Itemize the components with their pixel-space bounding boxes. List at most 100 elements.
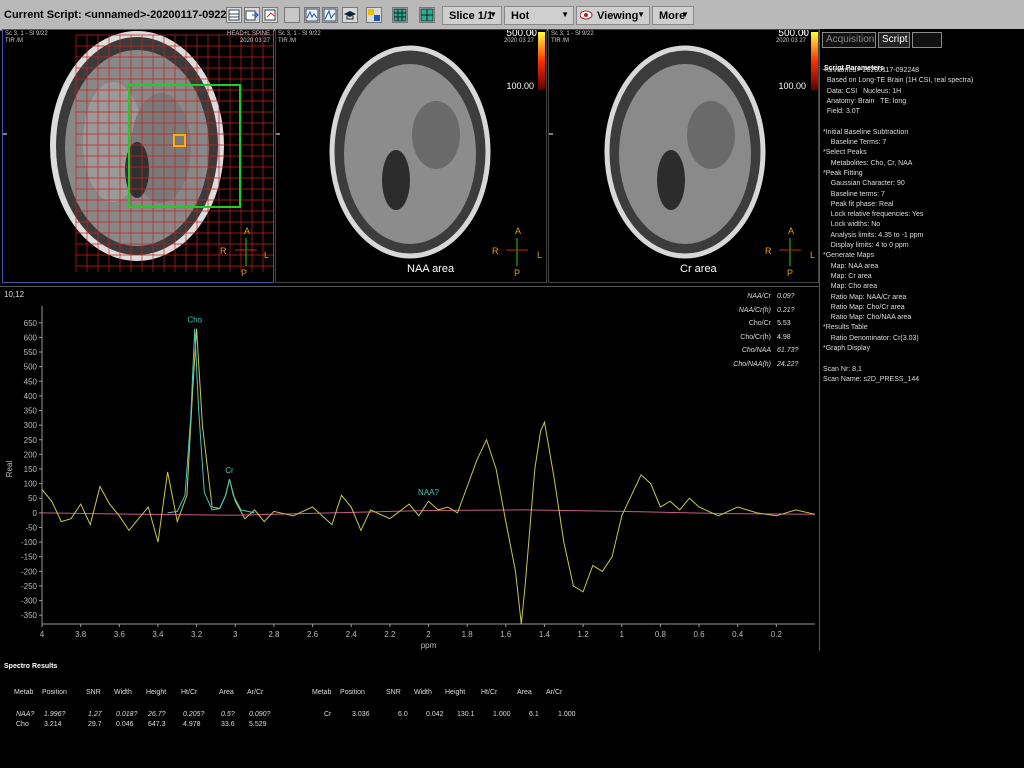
viewport-cr-map[interactable]: Sc 3, 1 - Sl 9/22 TIR /M H 2020 03 27 500.… [548, 29, 819, 283]
ratio-list: NAA/Cr 0.09? NAA/Cr(h) 0.21? Cho/Cr 5.53 Cho/C… [733, 290, 809, 371]
x-tick-label: 0.4 [732, 630, 744, 639]
scale-min-label: 100.00 [506, 81, 534, 91]
x-tick-label: 1.4 [539, 630, 551, 639]
report-icon[interactable] [262, 7, 278, 23]
parameter-line: Gaussian Character: 90 [823, 180, 905, 188]
parameter-line: Ratio Denominator: Cr(3.03) [823, 334, 919, 342]
orient-anterior: A [788, 226, 795, 236]
tab-extra[interactable] [912, 32, 942, 48]
orient-anterior: A [515, 226, 522, 236]
scale-min-label: 100.00 [778, 81, 806, 91]
grid-layout-icon[interactable] [419, 7, 435, 23]
graduation-cap-icon[interactable] [342, 7, 358, 23]
y-tick-label: 450 [24, 377, 38, 386]
x-tick-label: 1 [620, 630, 625, 639]
spectrum-series-2 [41, 509, 816, 516]
more-dropdown[interactable]: More ▼ [652, 6, 694, 25]
column-header: SNR [86, 689, 101, 696]
parameter-line: Metabolites: Cho, Cr, NAA [823, 159, 913, 167]
orient-left: L [264, 250, 270, 260]
peak-label: NAA? [418, 488, 439, 497]
orient-right: R [492, 246, 499, 256]
table-cell: 26.7? [148, 711, 166, 718]
spectrum-panel[interactable]: 10,12 650 600 550 500 450 400 350 300 250 200 150 1… [0, 286, 819, 652]
viewport-naa-map[interactable]: Sc 3, 1 - Sl 9/22 TIR /M H 2020 03 27 500.… [275, 29, 547, 283]
viewing-dropdown[interactable]: Viewing ▼ [576, 6, 650, 25]
chevron-down-icon: ▼ [489, 10, 497, 19]
ratio-row: Cho/Cr(h) 4.98 [733, 331, 809, 345]
parameter-line: *Generate Maps [823, 252, 874, 260]
peak-label: Cho [187, 316, 202, 325]
orientation-cross-icon [779, 238, 801, 266]
y-tick-label: -300 [21, 597, 38, 606]
parameter-line [823, 117, 1021, 127]
y-tick-label: 150 [24, 465, 38, 474]
viewport-localizer[interactable]: Sc 3, 1 - Sl 9/22 TIR /M HEAD+L SPINE 2020… [2, 29, 274, 283]
table-cell: 130.1 [457, 711, 475, 718]
parameter-line: Scan Nr: 8,1 [823, 365, 862, 373]
peak-label: Cr [225, 466, 234, 475]
grid-view-icon[interactable] [392, 7, 408, 23]
parameter-line: Analysis limits: 4.35 to -1 ppm [823, 231, 924, 239]
tab-acquisition[interactable]: Acquisition [822, 32, 876, 48]
parameter-line: Data: CSI Nucleus: 1H [823, 87, 902, 95]
spectrum-overlay-icon[interactable] [322, 7, 338, 23]
x-tick-label: 1.6 [500, 630, 512, 639]
ratio-value: 0.21? [777, 306, 795, 314]
column-header: Ar/Cr [546, 689, 563, 696]
parameter-line: *Peak Fitting [823, 169, 863, 177]
x-tick-label: 3.4 [152, 630, 164, 639]
x-tick-label: 4 [40, 630, 45, 639]
colormap-dropdown[interactable]: Hot ▼ [504, 6, 574, 25]
spectrum-plot[interactable]: 650600550500450400350300250200150100500-… [0, 287, 819, 652]
parameter-line: Baseline Terms: 7 [823, 139, 887, 147]
export-icon[interactable] [244, 7, 260, 23]
column-header: Ar/Cr [247, 689, 264, 696]
ratio-label: NAA/Cr [747, 293, 771, 300]
viewport-info: 2020 03 27 [503, 38, 534, 44]
column-header: Ht/Cr [481, 689, 498, 696]
parameter-line: Display limits: 4 to 0 ppm [823, 242, 909, 250]
table-cell: 29.7 [88, 721, 102, 728]
tab-script[interactable]: Script [878, 32, 910, 48]
ratio-value: 0.09? [777, 293, 795, 300]
spectrum-series-0 [41, 328, 816, 625]
spectrum-view-icon[interactable] [304, 7, 320, 23]
ratio-value: 4.98 [777, 333, 791, 341]
table-cell: 5.529 [249, 721, 267, 728]
parameter-line: Based on Long-TE Brain (1H CSI, real spe… [823, 77, 974, 85]
column-header: Position [42, 689, 67, 696]
orient-posterior: P [241, 268, 248, 278]
viewport-label: NAA area [407, 263, 455, 275]
viewing-label: Viewing [597, 10, 639, 22]
parameter-line: Lock widths: No [823, 221, 881, 229]
parameter-line: Field: 3.0T [823, 108, 860, 116]
parameter-line: *Graph Display [823, 345, 871, 353]
y-tick-label: -150 [21, 553, 38, 562]
viewport-info: HEAD+L SPINE [227, 31, 270, 37]
table-cell: 33.6 [221, 721, 235, 728]
chevron-down-icon: ▼ [681, 10, 689, 19]
viewport-label: Cr area [680, 263, 717, 275]
slice-dropdown[interactable]: Slice 1/1 ▼ [442, 6, 502, 25]
x-tick-label: 2.8 [268, 630, 280, 639]
viewport-info: TIR /M [551, 38, 569, 44]
layout-icon[interactable] [366, 7, 382, 23]
table-cell: Cho [16, 721, 29, 728]
viewport-info: Sc 3, 1 - Sl 9/22 [5, 31, 48, 37]
column-header: Height [445, 689, 466, 696]
table-cell: 3.214 [44, 721, 62, 728]
parameter-line: <unnamed>-20200117-092248 [823, 67, 920, 74]
x-tick-label: 1.8 [462, 630, 474, 639]
table-cell: 0.205? [183, 711, 205, 718]
table-cell: 0.5? [221, 711, 235, 718]
y-tick-label: 600 [24, 333, 38, 342]
y-tick-label: 500 [24, 363, 38, 372]
color-scale [811, 32, 818, 90]
toolbar: Current Script: <unnamed>-20200117-09224… [0, 0, 1024, 31]
table-icon[interactable] [226, 7, 242, 23]
ratio-row: Cho/NAA(h) 24.22? [733, 358, 809, 372]
script-title: Current Script: <unnamed>-20200117-09224… [4, 9, 239, 21]
table-cell: 0.018? [116, 711, 138, 718]
table-cell: 0.090? [249, 711, 271, 718]
